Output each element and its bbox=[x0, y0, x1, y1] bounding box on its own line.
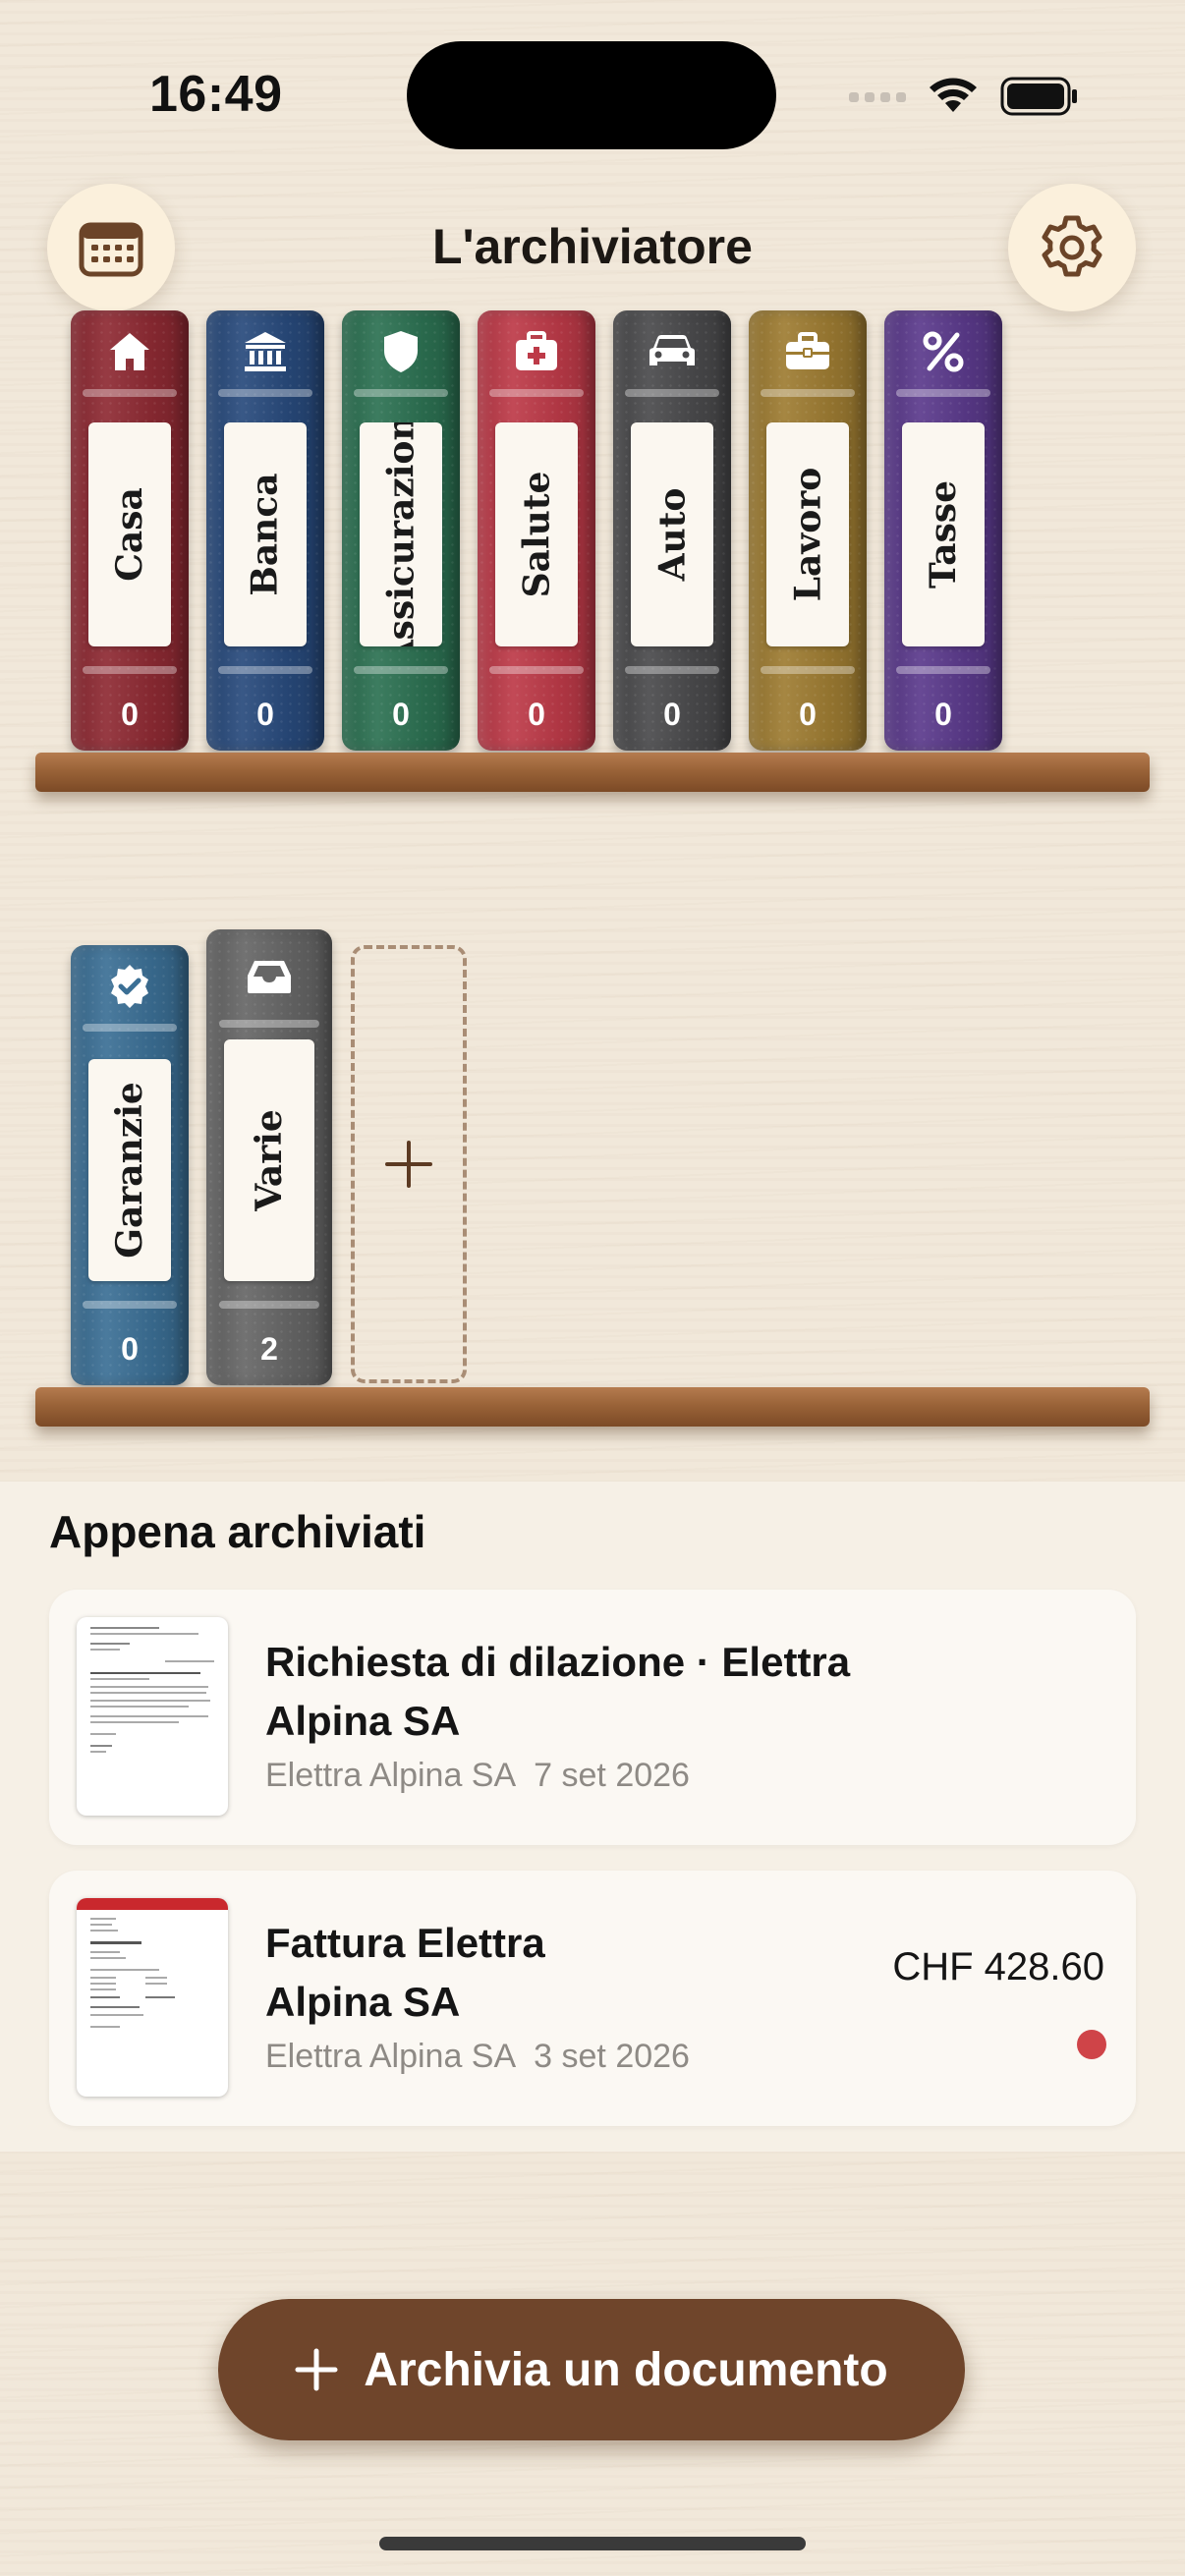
binder-count: 0 bbox=[392, 697, 410, 732]
binder-banca[interactable]: Banca 0 bbox=[206, 310, 324, 751]
bottom-shelf bbox=[35, 1387, 1150, 1427]
status-time: 16:49 bbox=[149, 66, 283, 123]
binder-lavoro[interactable]: Lavoro 0 bbox=[749, 310, 867, 751]
archive-document-button[interactable]: Archivia un documento bbox=[218, 2299, 965, 2440]
document-thumbnail bbox=[77, 1898, 228, 2097]
calendar-button[interactable] bbox=[47, 184, 175, 311]
binder-count: 0 bbox=[121, 1331, 139, 1367]
binder-count: 0 bbox=[663, 697, 681, 732]
top-shelf bbox=[35, 753, 1150, 792]
document-card[interactable]: Richiesta di dilazione · Elettra Alpina … bbox=[49, 1590, 1136, 1845]
binder-varie[interactable]: Varie 2 bbox=[206, 929, 332, 1385]
archive-button-label: Archivia un documento bbox=[364, 2343, 888, 2396]
verified-badge-icon bbox=[71, 959, 189, 1014]
gear-icon bbox=[1042, 215, 1102, 277]
settings-button[interactable] bbox=[1008, 184, 1136, 311]
document-sender: Elettra Alpina SA bbox=[265, 1757, 517, 1794]
binder-tasse[interactable]: Tasse 0 bbox=[884, 310, 1002, 751]
home-indicator bbox=[379, 2537, 806, 2550]
binder-auto[interactable]: Auto 0 bbox=[613, 310, 731, 751]
document-title: Fattura Elettra Alpina SA bbox=[265, 1920, 545, 2025]
document-date: 7 set 2026 bbox=[534, 1757, 690, 1794]
binder-count: 0 bbox=[121, 697, 139, 732]
binder-label: Auto bbox=[631, 422, 713, 646]
car-icon bbox=[613, 324, 731, 379]
binder-label: Garanzie bbox=[88, 1059, 171, 1281]
bank-icon bbox=[206, 324, 324, 379]
document-thumbnail bbox=[77, 1617, 228, 1816]
cellular-signal-icon bbox=[849, 92, 906, 102]
calendar-icon bbox=[79, 222, 143, 277]
binder-assicurazioni[interactable]: Assicurazioni 0 bbox=[342, 310, 460, 751]
binder-label: Varie bbox=[224, 1039, 314, 1281]
shield-icon bbox=[342, 324, 460, 379]
document-title: Richiesta di dilazione · Elettra Alpina … bbox=[265, 1639, 851, 1744]
recent-section-title: Appena archiviati bbox=[49, 1506, 426, 1557]
binder-count: 0 bbox=[799, 697, 817, 732]
binder-label: Assicurazioni bbox=[360, 422, 442, 646]
percent-icon bbox=[884, 324, 1002, 379]
page-title: L'archiviatore bbox=[432, 219, 753, 274]
binder-label: Casa bbox=[88, 422, 171, 646]
dynamic-island bbox=[407, 41, 776, 149]
unpaid-status-dot bbox=[1077, 2030, 1106, 2059]
binder-count: 2 bbox=[260, 1331, 278, 1367]
binder-label: Tasse bbox=[902, 422, 985, 646]
binder-label: Salute bbox=[495, 422, 578, 646]
binder-salute[interactable]: Salute 0 bbox=[478, 310, 595, 751]
battery-icon bbox=[1000, 77, 1077, 116]
house-icon bbox=[71, 324, 189, 379]
binder-count: 0 bbox=[528, 697, 545, 732]
wifi-icon bbox=[930, 78, 977, 112]
document-date: 3 set 2026 bbox=[534, 2038, 690, 2075]
add-binder-button[interactable] bbox=[351, 945, 467, 1383]
briefcase-icon bbox=[749, 324, 867, 379]
document-card[interactable]: Fattura Elettra Alpina SA Elettra Alpina… bbox=[49, 1871, 1136, 2126]
document-sender: Elettra Alpina SA bbox=[265, 2038, 517, 2075]
plus-icon bbox=[295, 2348, 338, 2391]
medical-kit-icon bbox=[478, 324, 595, 379]
binder-count: 0 bbox=[934, 697, 952, 732]
binder-garanzie[interactable]: Garanzie 0 bbox=[71, 945, 189, 1385]
binder-label: Banca bbox=[224, 422, 307, 646]
plus-icon bbox=[385, 1141, 432, 1188]
binder-label: Lavoro bbox=[766, 422, 849, 646]
status-icons bbox=[847, 69, 1083, 124]
document-amount: CHF 428.60 bbox=[892, 1945, 1104, 1988]
binder-casa[interactable]: Casa 0 bbox=[71, 310, 189, 751]
document-meta: Elettra Alpina SA 7 set 2026 bbox=[265, 1757, 690, 1795]
inbox-tray-icon bbox=[206, 949, 332, 1004]
document-meta: Elettra Alpina SA 3 set 2026 bbox=[265, 2038, 690, 2076]
binder-count: 0 bbox=[256, 697, 274, 732]
